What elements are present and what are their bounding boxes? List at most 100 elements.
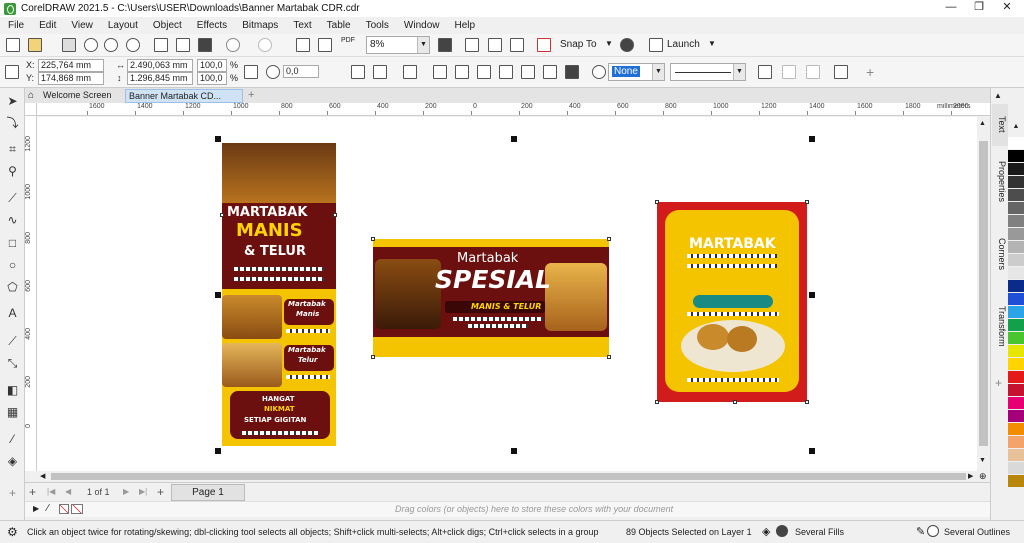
color-swatch[interactable] [1008,189,1024,202]
y-position-field[interactable]: 174,868 mm [38,72,104,85]
palette-scroll-up-icon[interactable]: ▲ [1008,123,1024,135]
selection-handle-bottom-center[interactable] [511,448,517,454]
object-origin-icon[interactable] [5,65,19,79]
docker-tab-transform[interactable]: Transform [993,306,1007,366]
tab-welcome-screen[interactable]: Welcome Screen [25,89,125,103]
show-rulers-icon[interactable] [465,38,479,52]
paste-icon[interactable] [198,38,212,52]
scroll-up-icon[interactable]: ▲ [979,120,986,127]
artistic-media-icon[interactable]: ∿ [5,213,20,228]
horizontal-banner[interactable]: Martabak SPESIAL MANIS & TELUR [373,239,609,357]
color-swatch[interactable] [1008,228,1024,241]
color-swatch[interactable] [1008,280,1024,293]
lock-ratio-icon[interactable] [244,65,258,79]
no-color-swatch[interactable] [71,504,83,514]
save-icon[interactable] [62,38,76,52]
print-icon[interactable] [154,38,168,52]
color-swatch[interactable] [1008,397,1024,410]
export-icon[interactable] [318,38,332,52]
group-icon[interactable] [433,65,447,79]
transparency-tool-icon[interactable]: ▦ [5,405,20,420]
color-swatch[interactable] [1008,163,1024,176]
palette-menu-icon[interactable]: ▶ [33,504,39,513]
export-pdf-icon[interactable]: PDF [341,37,355,44]
selection-handle-bottom-left[interactable] [215,448,221,454]
outline-swatch-icon[interactable] [927,525,939,537]
object-node[interactable] [655,400,659,404]
color-swatch[interactable] [1008,449,1024,462]
show-guidelines-icon[interactable] [510,38,524,52]
rectangle-tool-icon[interactable]: □ [5,236,20,251]
full-screen-preview-icon[interactable] [438,38,452,52]
previous-page-icon[interactable]: ◀ [65,487,71,496]
zoom-tool-icon[interactable]: ⚲ [5,164,20,179]
outline-width-dropdown[interactable]: ▼ [670,63,746,81]
snap-off-icon[interactable] [537,38,551,52]
object-node[interactable] [607,237,611,241]
weld-icon[interactable] [543,65,557,79]
color-swatch[interactable] [1008,423,1024,436]
fill-swatch-icon[interactable] [776,525,788,537]
color-swatch[interactable] [1008,241,1024,254]
object-node[interactable] [220,213,224,217]
interactive-fill-icon[interactable]: ◈ [5,454,20,469]
cloud-sync-icon[interactable] [104,38,118,52]
scroll-right-icon[interactable]: ▶ [968,472,973,480]
docker-tab-corners[interactable]: Corners [993,238,1007,288]
add-docker-icon[interactable]: + [995,376,1002,390]
scroll-left-icon[interactable]: ◀ [40,472,45,480]
color-swatch[interactable] [1008,410,1024,423]
color-swatch[interactable] [1008,345,1024,358]
align-distribute-icon[interactable] [403,65,417,79]
text-tool-icon[interactable]: A [5,306,20,321]
align-icon[interactable] [834,65,848,79]
powerclip-icon[interactable] [758,65,772,79]
color-swatch[interactable] [1008,176,1024,189]
menu-effects[interactable]: Effects [197,20,227,31]
eyedropper-icon[interactable]: ⁄ [47,503,49,514]
object-node[interactable] [607,355,611,359]
add-tab-button[interactable]: + [243,89,263,103]
launch-dropdown[interactable]: Launch [667,39,700,50]
docker-tab-text[interactable]: Text [993,116,1007,133]
object-node[interactable] [333,213,337,217]
width-field[interactable]: 2.490,063 mm [127,59,193,72]
horizontal-scrollbar[interactable]: ◀ ▶ ⊕ [37,471,990,482]
menu-table[interactable]: Table [327,20,351,31]
object-node[interactable] [805,200,809,204]
scroll-up-icon[interactable]: ▲ [994,91,1002,100]
add-icon[interactable]: + [866,64,874,80]
gear-icon[interactable]: ⚙ [7,525,18,539]
polygon-tool-icon[interactable]: ⬠ [5,280,20,295]
eyedropper-icon[interactable]: ⁄ [5,432,20,447]
color-swatch[interactable] [1008,150,1024,163]
object-node[interactable] [733,400,737,404]
color-swatch[interactable] [1008,254,1024,267]
first-page-icon[interactable]: |◀ [47,487,55,496]
connector-tool-icon[interactable]: ⤡ [5,356,20,371]
menu-tools[interactable]: Tools [366,20,389,31]
menu-view[interactable]: View [71,20,93,31]
color-swatch[interactable] [1008,462,1024,475]
horizontal-scroll-thumb[interactable] [51,473,966,480]
menu-text[interactable]: Text [293,20,311,31]
freehand-tool-icon[interactable]: ⟋ [5,191,20,206]
selection-handle-bottom-right[interactable] [809,448,815,454]
color-swatch[interactable] [1008,436,1024,449]
zoom-level-dropdown[interactable]: 8% ▼ [366,36,430,54]
color-swatch[interactable] [1008,137,1024,150]
ungroup-all-icon[interactable] [477,65,491,79]
outline-color-dropdown[interactable]: None ▼ [608,63,665,81]
cloud-download-icon[interactable] [126,38,140,52]
snap-to-dropdown[interactable]: Snap To [560,39,597,50]
parallel-dimension-icon[interactable]: ⟋ [5,334,20,349]
outline-pen-icon[interactable] [592,65,606,79]
vertical-scroll-thumb[interactable] [979,141,988,446]
selection-handle-middle-left[interactable] [215,292,221,298]
menu-edit[interactable]: Edit [39,20,56,31]
height-field[interactable]: 1.296,845 mm [127,72,193,85]
menu-help[interactable]: Help [455,20,476,31]
restore-button[interactable]: ❐ [966,0,992,16]
break-apart-icon[interactable] [521,65,535,79]
open-folder-icon[interactable] [28,38,42,52]
